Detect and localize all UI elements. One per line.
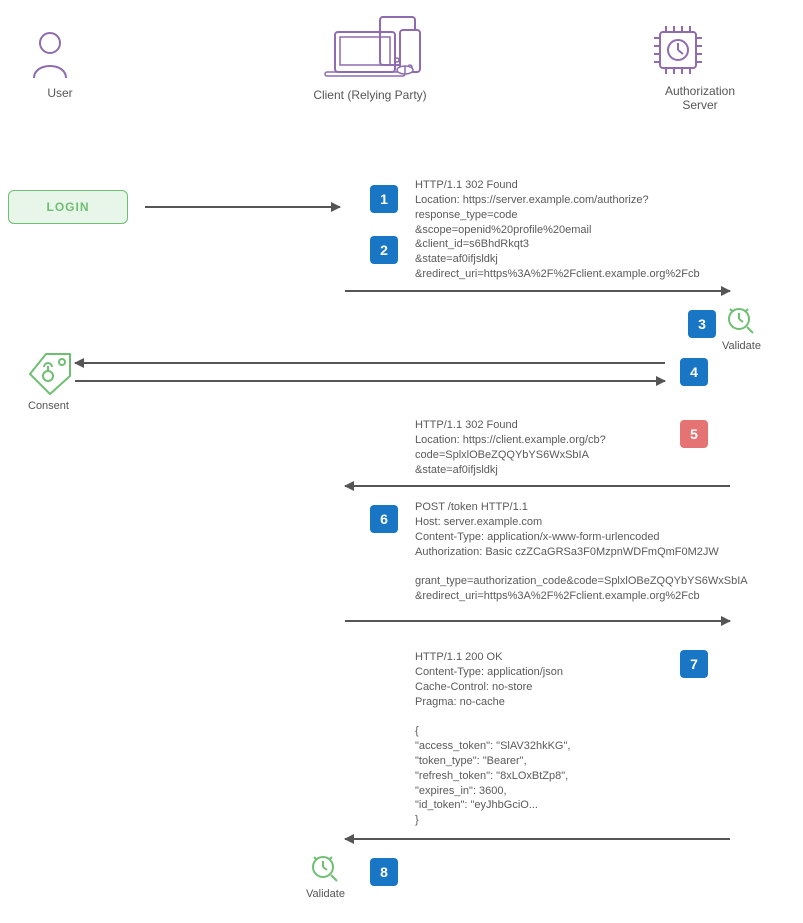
step-5-badge: 5 xyxy=(680,420,708,448)
step-4-badge: 4 xyxy=(680,358,708,386)
devices-icon xyxy=(300,12,440,82)
login-button[interactable]: LOGIN xyxy=(8,190,128,224)
client-actor: Client (Relying Party) xyxy=(300,12,440,102)
client-label: Client (Relying Party) xyxy=(300,88,440,102)
validate-icon-2 xyxy=(310,854,340,884)
arrow-login-to-client xyxy=(145,206,340,208)
validate-label-1: Validate xyxy=(722,340,761,352)
step-2-badge: 2 xyxy=(370,236,398,264)
user-label: User xyxy=(30,86,90,100)
consent-icon xyxy=(24,350,74,396)
server-actor: Authorization Server xyxy=(650,22,750,112)
consent-label: Consent xyxy=(28,400,69,412)
arrow-user-consent-back xyxy=(75,380,665,382)
step-3-badge: 3 xyxy=(688,310,716,338)
step-7-badge: 7 xyxy=(680,650,708,678)
http-request-authorize: HTTP/1.1 302 Found Location: https://ser… xyxy=(415,178,700,282)
step-6-badge: 6 xyxy=(370,505,398,533)
server-label: Authorization Server xyxy=(650,84,750,112)
step-8-badge: 8 xyxy=(370,858,398,886)
validate-label-2: Validate xyxy=(306,888,345,900)
step-1-badge: 1 xyxy=(370,185,398,213)
chip-icon xyxy=(650,22,706,78)
validate-icon-1 xyxy=(726,306,756,336)
arrow-consent-to-user xyxy=(75,362,665,364)
arrow-authorize-request xyxy=(345,290,730,292)
login-label: LOGIN xyxy=(47,200,90,214)
arrow-token-request xyxy=(345,620,730,622)
user-actor: User xyxy=(30,30,90,100)
arrow-redirect-to-client xyxy=(345,485,730,487)
http-token-request: POST /token HTTP/1.1 Host: server.exampl… xyxy=(415,500,748,604)
arrow-token-response xyxy=(345,838,730,840)
http-token-response: HTTP/1.1 200 OK Content-Type: applicatio… xyxy=(415,650,570,828)
user-icon xyxy=(30,30,70,80)
http-redirect-cb: HTTP/1.1 302 Found Location: https://cli… xyxy=(415,418,606,477)
